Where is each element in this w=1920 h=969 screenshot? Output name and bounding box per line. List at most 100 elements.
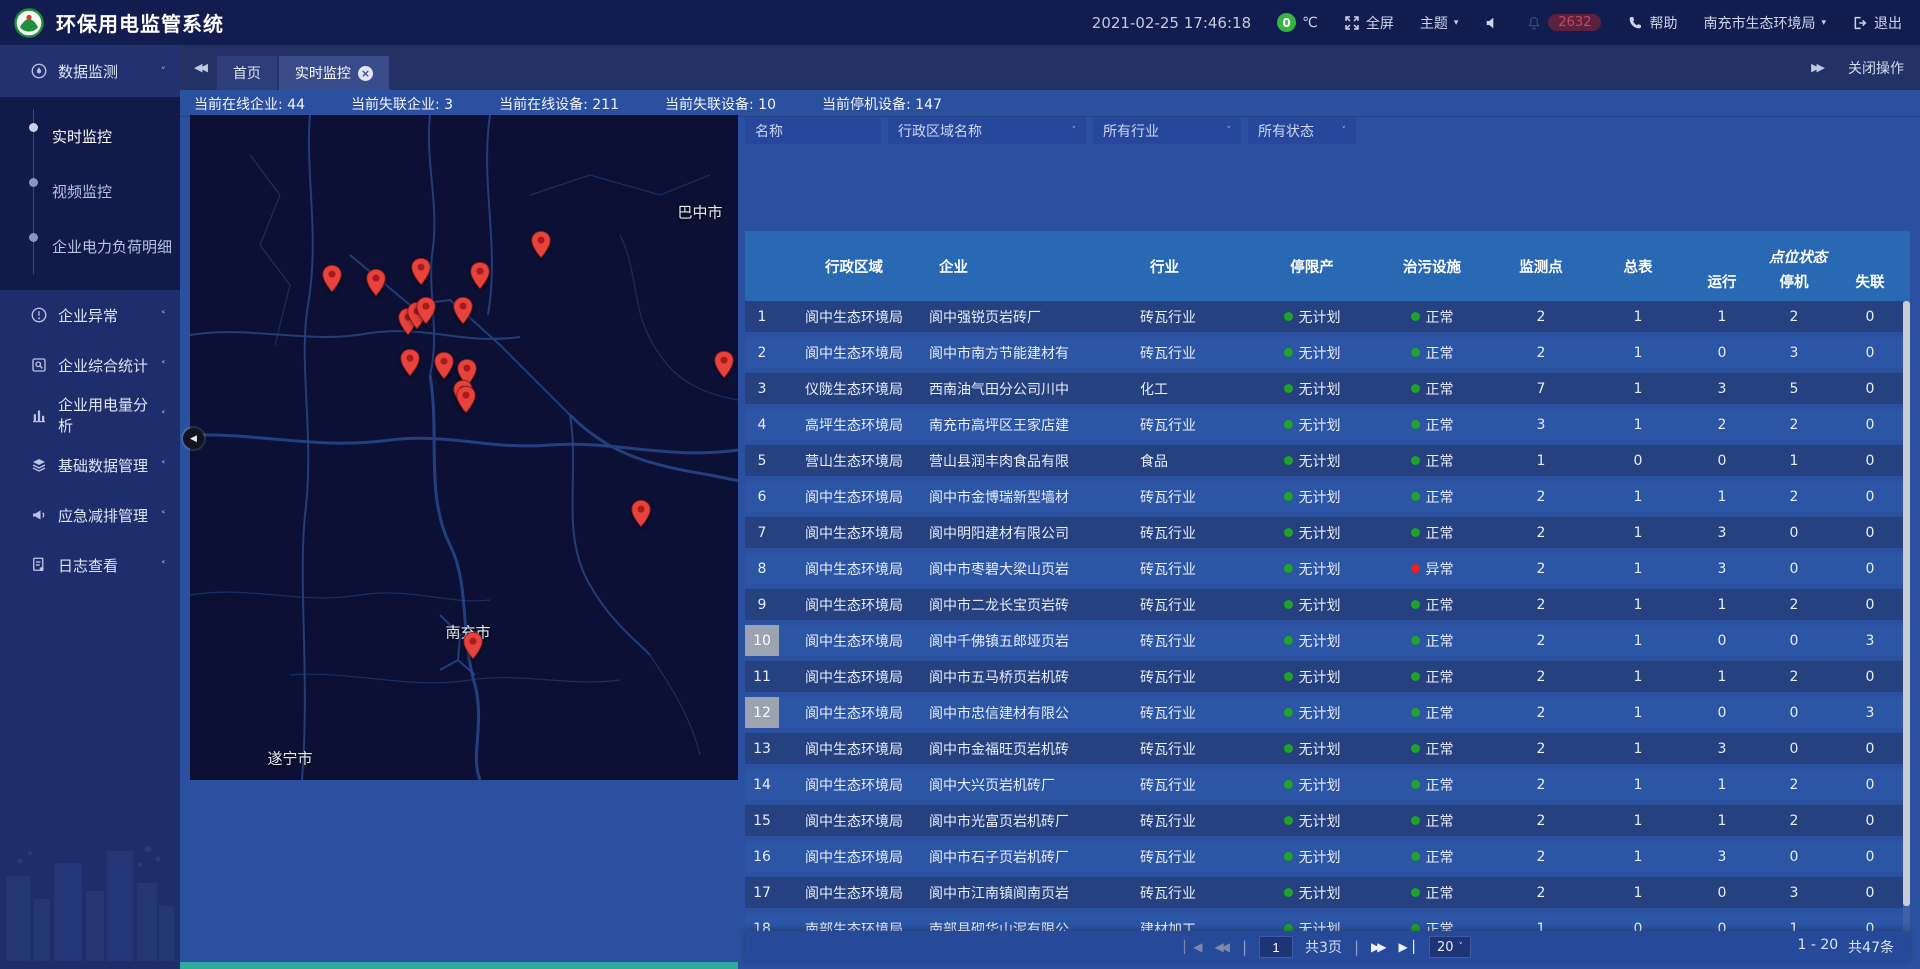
col-point-status-group: 点位状态: [1686, 231, 1910, 269]
cell-points: 2: [1492, 777, 1590, 793]
map-pin-icon[interactable]: [416, 296, 437, 325]
cell-meters: 1: [1590, 561, 1686, 577]
map-pin-icon[interactable]: [714, 350, 735, 379]
cell-meters: 1: [1590, 597, 1686, 613]
sidebar-subitem[interactable]: 视频监控: [0, 164, 180, 219]
table-row[interactable]: 16 阆中生态环境局 阆中市石子页岩机砖厂 砖瓦行业 无计划 正常 2 1 3 …: [745, 841, 1910, 872]
status-dot-green: [1284, 384, 1293, 393]
table-row[interactable]: 18 南部生态环境局 南部县砌华山泥有限公 建材加工 无计划 正常 1 0 0 …: [745, 913, 1910, 931]
table-row[interactable]: 10 阆中生态环境局 阆中千佛镇五郎垭页岩 砖瓦行业 无计划 正常 2 1 0 …: [745, 625, 1910, 656]
cell-facility: 正常: [1372, 379, 1492, 399]
cell-region: 阆中生态环境局: [779, 883, 929, 903]
table-row[interactable]: 2 阆中生态环境局 阆中市南方节能建材有 砖瓦行业 无计划 正常 2 1 0 3…: [745, 337, 1910, 368]
first-page-button[interactable]: ◀: [1184, 940, 1202, 954]
close-operations-button[interactable]: 关闭操作: [1848, 58, 1904, 78]
table-row[interactable]: 5 营山生态环境局 营山县润丰肉食品有限 食品 无计划 正常 1 0 0 1 0: [745, 445, 1910, 476]
tab-realtime-monitoring[interactable]: 实时监控 ×: [279, 56, 389, 90]
map-pin-icon[interactable]: [434, 351, 455, 380]
sidebar-group[interactable]: 企业异常 ˂: [0, 290, 180, 340]
table-row[interactable]: 1 阆中生态环境局 阆中强锐页岩砖厂 砖瓦行业 无计划 正常 2 1 1 2 0: [745, 301, 1910, 332]
notifications-button[interactable]: 2632: [1526, 14, 1601, 31]
sidebar-subitem[interactable]: 实时监控: [0, 109, 180, 164]
cell-lost: 0: [1830, 309, 1910, 325]
map-pin-icon[interactable]: [631, 499, 652, 528]
status-dot: [1411, 924, 1420, 931]
map-pin-icon[interactable]: [366, 268, 387, 297]
region-filter-select[interactable]: 行政区域名称 ˅: [888, 117, 1086, 144]
tab-close-icon[interactable]: ×: [358, 66, 373, 81]
org-dropdown[interactable]: 南充市生态环境局 ▾: [1703, 13, 1826, 33]
cell-region: 阆中生态环境局: [779, 523, 929, 543]
sidebar-subitem[interactable]: 企业电力负荷明细: [0, 219, 180, 274]
table-row[interactable]: 8 阆中生态环境局 阆中市枣碧大梁山页岩 砖瓦行业 无计划 异常 2 1 3 0…: [745, 553, 1910, 584]
map-pin-icon[interactable]: [470, 261, 491, 290]
sound-toggle-button[interactable]: [1484, 15, 1500, 31]
theme-dropdown[interactable]: 主题 ▾: [1420, 13, 1459, 33]
cell-facility: 正常: [1372, 775, 1492, 795]
map-pin-icon[interactable]: [322, 264, 343, 293]
tab-home[interactable]: 首页: [217, 56, 277, 90]
tabs-scroll-right-icon[interactable]: ▶▶: [1811, 61, 1822, 74]
table-row[interactable]: 7 阆中生态环境局 阆中明阳建材有限公司 砖瓦行业 无计划 正常 2 1 3 0…: [745, 517, 1910, 548]
sidebar-group[interactable]: 企业用电量分析 ˂: [0, 390, 180, 440]
cell-points: 2: [1492, 561, 1590, 577]
table-row[interactable]: 15 阆中生态环境局 阆中市光富页岩机砖厂 砖瓦行业 无计划 正常 2 1 1 …: [745, 805, 1910, 836]
sidebar-group[interactable]: 企业综合统计 ˂: [0, 340, 180, 390]
chevron-left-icon: ˂: [161, 309, 167, 322]
table-row[interactable]: 9 阆中生态环境局 阆中市二龙长宝页岩砖 砖瓦行业 无计划 正常 2 1 1 2…: [745, 589, 1910, 620]
cell-meters: 1: [1590, 813, 1686, 829]
table-row[interactable]: 13 阆中生态环境局 阆中市金福旺页岩机砖 砖瓦行业 无计划 正常 2 1 3 …: [745, 733, 1910, 764]
table-row[interactable]: 3 仪陇生态环境局 西南油气田分公司川中 化工 无计划 正常 7 1 3 5 0: [745, 373, 1910, 404]
sidebar-group[interactable]: 应急减排管理 ˂: [0, 490, 180, 540]
sidebar-group[interactable]: 日志查看 ˂: [0, 540, 180, 590]
map-pin-icon[interactable]: [411, 257, 432, 286]
record-range-label: 1 - 20共47条: [1797, 937, 1894, 957]
cell-stop: 0: [1758, 633, 1830, 649]
table-row[interactable]: 11 阆中生态环境局 阆中市五马桥页岩机砖 砖瓦行业 无计划 正常 2 1 1 …: [745, 661, 1910, 692]
cell-industry: 砖瓦行业: [1140, 343, 1252, 363]
help-button[interactable]: 帮助: [1627, 13, 1677, 33]
cell-lost: 0: [1830, 777, 1910, 793]
status-filter-select[interactable]: 所有状态 ˅: [1248, 117, 1356, 144]
table-row[interactable]: 12 阆中生态环境局 阆中市忠信建材有限公 砖瓦行业 无计划 正常 2 1 0 …: [745, 697, 1910, 728]
industry-filter-select[interactable]: 所有行业 ˅: [1093, 117, 1241, 144]
col-stop: 停机: [1758, 269, 1830, 301]
map-pin-icon[interactable]: [400, 348, 421, 377]
cell-limit: 无计划: [1252, 379, 1372, 399]
table-row[interactable]: 17 阆中生态环境局 阆中市江南镇阆南页岩 砖瓦行业 无计划 正常 2 1 0 …: [745, 877, 1910, 908]
fullscreen-button[interactable]: 全屏: [1344, 13, 1394, 33]
table-row[interactable]: 4 高坪生态环境局 南充市高坪区王家店建 砖瓦行业 无计划 正常 3 1 2 2…: [745, 409, 1910, 440]
name-filter-input[interactable]: [745, 117, 881, 144]
row-index: 3: [745, 373, 779, 404]
next-page-button[interactable]: ▶▶: [1371, 940, 1386, 954]
page-size-select[interactable]: 20 ˅: [1429, 936, 1471, 958]
cell-limit: 无计划: [1252, 487, 1372, 507]
map-pin-icon[interactable]: [463, 631, 484, 660]
sidebar-group[interactable]: 基础数据管理 ˂: [0, 440, 180, 490]
prev-page-button[interactable]: ◀◀: [1214, 940, 1229, 954]
cell-limit: 无计划: [1252, 703, 1372, 723]
map-pin-icon[interactable]: [453, 296, 474, 325]
tabs-scroll-left-icon[interactable]: ◀◀: [194, 61, 205, 74]
map-panel[interactable]: 巴中市 南充市 遂宁市: [190, 115, 738, 780]
table-scrollbar[interactable]: [1903, 301, 1910, 931]
cell-company: 南部县砌华山泥有限公: [929, 919, 1140, 932]
fullscreen-icon: [1344, 15, 1360, 31]
last-page-button[interactable]: ▶: [1398, 940, 1416, 954]
cell-lost: 0: [1830, 453, 1910, 469]
cell-limit: 无计划: [1252, 739, 1372, 759]
stat-item: 当前在线设备: 211: [499, 94, 619, 114]
row-index: 9: [745, 589, 779, 620]
col-facility: 治污设施: [1372, 231, 1492, 301]
table-row[interactable]: 14 阆中生态环境局 阆中大兴页岩机砖厂 砖瓦行业 无计划 正常 2 1 1 2…: [745, 769, 1910, 800]
page-number-input[interactable]: [1259, 936, 1293, 958]
sidebar-group-data-monitoring[interactable]: 数据监测 ˅: [0, 45, 180, 97]
cell-run: 1: [1686, 309, 1758, 325]
logout-button[interactable]: 退出: [1852, 13, 1902, 33]
table-row[interactable]: 6 阆中生态环境局 阆中市金博瑞新型墙材 砖瓦行业 无计划 正常 2 1 1 2…: [745, 481, 1910, 512]
map-pin-icon[interactable]: [531, 230, 552, 259]
map-pin-icon[interactable]: [456, 385, 477, 414]
cell-run: 0: [1686, 345, 1758, 361]
scrollbar-thumb[interactable]: [1903, 301, 1910, 906]
sidebar-collapse-handle[interactable]: ◀: [183, 428, 204, 449]
